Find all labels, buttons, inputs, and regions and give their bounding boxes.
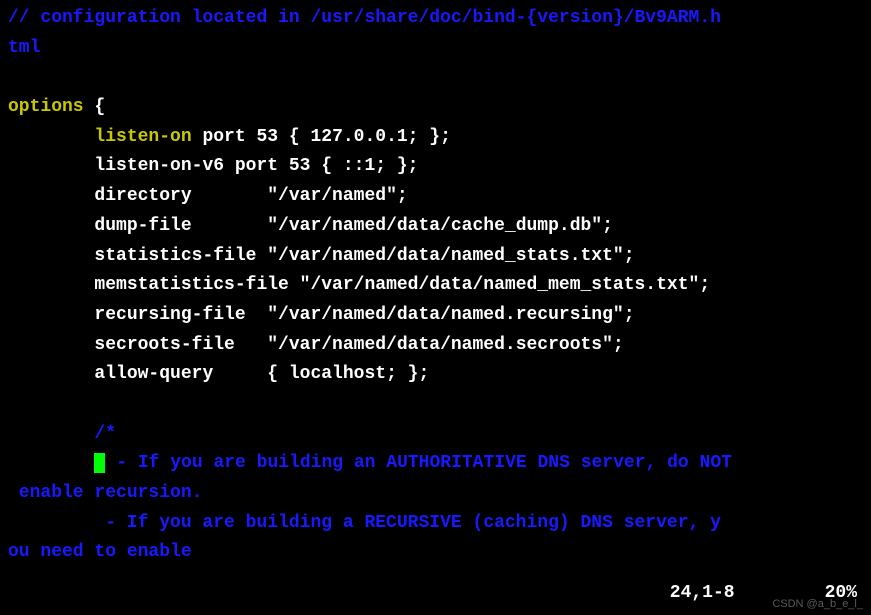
- comment-line: - If you are building a RECURSIVE (cachi…: [8, 509, 863, 539]
- config-line: allow-query { localhost; };: [8, 360, 863, 390]
- blank-line: [8, 63, 863, 93]
- comment-line: // configuration located in /usr/share/d…: [8, 4, 863, 34]
- comment-line: enable recursion.: [8, 479, 863, 509]
- config-line: statistics-file "/var/named/data/named_s…: [8, 242, 863, 272]
- cursor: [94, 453, 105, 473]
- comment-line: ou need to enable: [8, 538, 863, 568]
- keyword-listen-on: listen-on: [94, 127, 191, 147]
- editor-content[interactable]: // configuration located in /usr/share/d…: [8, 4, 863, 568]
- comment-line-cursor: - If you are building an AUTHORITATIVE D…: [8, 449, 863, 479]
- keyword-options: options: [8, 97, 84, 117]
- config-line: directory "/var/named";: [8, 182, 863, 212]
- blank-line: [8, 390, 863, 420]
- config-line: listen-on-v6 port 53 { ::1; };: [8, 152, 863, 182]
- watermark: CSDN @a_b_e_l_: [772, 595, 863, 613]
- config-line: recursing-file "/var/named/data/named.re…: [8, 301, 863, 331]
- config-line: dump-file "/var/named/data/cache_dump.db…: [8, 212, 863, 242]
- comment-line: tml: [8, 34, 863, 64]
- listen-on-line: listen-on port 53 { 127.0.0.1; };: [8, 123, 863, 153]
- config-line: memstatistics-file "/var/named/data/name…: [8, 271, 863, 301]
- config-line: secroots-file "/var/named/data/named.sec…: [8, 331, 863, 361]
- comment-block-start: /*: [8, 420, 863, 450]
- options-line: options {: [8, 93, 863, 123]
- cursor-position: 24,1-8: [670, 579, 735, 609]
